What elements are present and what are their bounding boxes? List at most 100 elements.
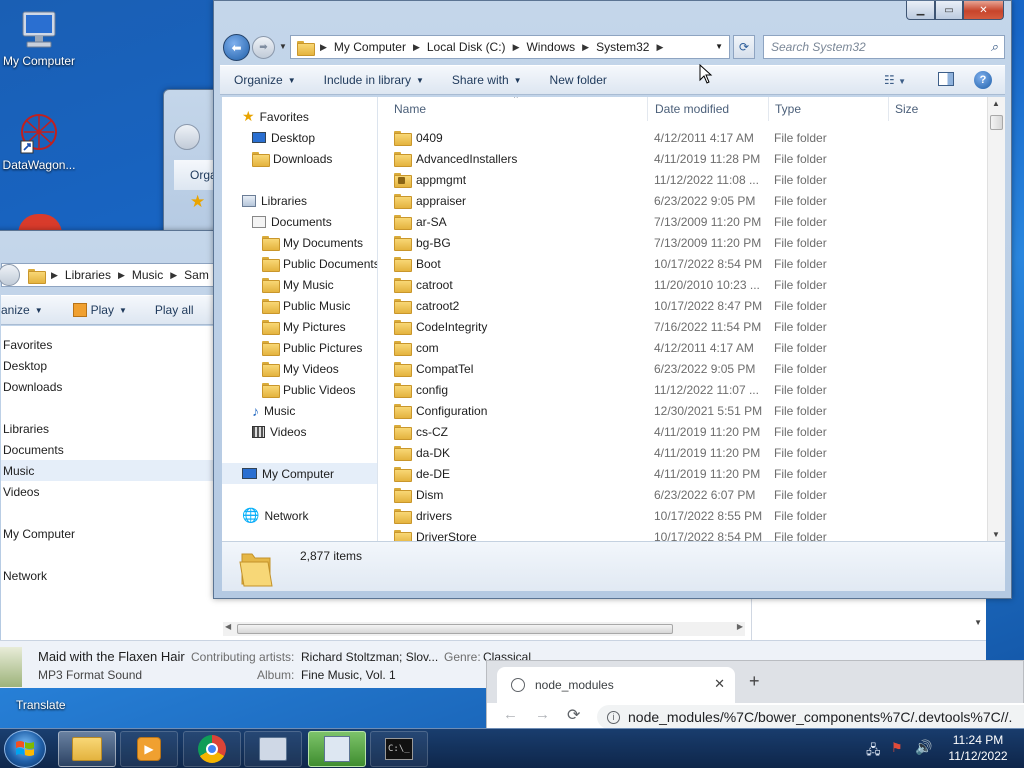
taskbar-media-player[interactable]: ▶ — [120, 731, 178, 767]
new-tab-button[interactable]: + — [749, 671, 760, 692]
nav-public-videos[interactable]: Public Videos — [262, 379, 356, 400]
view-options-button[interactable]: ☷ ▼ — [884, 73, 906, 87]
play-all-button[interactable]: Play all — [141, 303, 208, 317]
file-row[interactable]: cs-CZ 4/11/2019 11:20 PM File folder — [394, 421, 984, 442]
nav-favorites[interactable]: ★ Favorites — [242, 106, 309, 127]
nav-favorites[interactable]: Favorites — [3, 334, 52, 355]
column-header-type[interactable]: Type — [769, 97, 889, 121]
back-button[interactable]: ⬅ — [223, 34, 250, 61]
file-row[interactable]: appmgmt 11/12/2022 11:08 ... File folder — [394, 169, 984, 190]
new-folder-button[interactable]: New folder — [536, 73, 621, 87]
desktop-icon-datawagon[interactable]: DataWagon... — [0, 112, 79, 172]
nav-network[interactable]: Network — [3, 565, 47, 586]
nav-public-music[interactable]: Public Music — [262, 295, 350, 316]
scroll-down-icon[interactable]: ▼ — [974, 618, 982, 627]
search-input[interactable]: Search System32 ⌕ — [763, 35, 1005, 59]
address-bar[interactable]: ▶ My Computer ▶ Local Disk (C:) ▶ Window… — [290, 35, 730, 59]
music-address-bar[interactable]: ▶ Libraries ▶ Music ▶ Sam — [0, 263, 241, 287]
horizontal-scrollbar[interactable]: ◀ ▶ — [223, 622, 745, 636]
file-row[interactable]: 0409 4/12/2011 4:17 AM File folder — [394, 127, 984, 148]
nav-downloads[interactable]: Downloads — [252, 148, 332, 169]
organize-menu[interactable]: anize ▼ — [1, 303, 57, 317]
scroll-up-icon[interactable]: ▲ — [992, 99, 1000, 108]
file-row[interactable]: CompatTel 6/23/2022 9:05 PM File folder — [394, 358, 984, 379]
forward-button[interactable]: ➡ — [252, 36, 275, 59]
nav-my-music[interactable]: My Music — [262, 274, 334, 295]
album-value[interactable]: Fine Music, Vol. 1 — [301, 668, 396, 682]
file-row[interactable]: CodeIntegrity 7/16/2022 11:54 PM File fold… — [394, 316, 984, 337]
taskbar-control-panel[interactable] — [244, 731, 302, 767]
nav-my-pictures[interactable]: My Pictures — [262, 316, 346, 337]
nav-public-documents[interactable]: Public Documents — [262, 253, 377, 274]
volume-tray-icon[interactable]: 🔊 — [915, 739, 932, 756]
preview-pane-button[interactable] — [938, 72, 954, 86]
action-center-tray-icon[interactable]: ⚑ — [891, 740, 903, 756]
forward-button[interactable] — [0, 264, 20, 286]
file-row[interactable]: DriverStore 10/17/2022 8:54 PM File folder — [394, 526, 984, 541]
share-with-menu[interactable]: Share with ▼ — [438, 73, 536, 87]
file-row[interactable]: catroot 11/20/2010 10:23 ... File folder — [394, 274, 984, 295]
taskbar-chrome[interactable] — [183, 731, 241, 767]
maximize-button[interactable]: ▭ — [935, 1, 963, 20]
file-row[interactable]: com 4/12/2011 4:17 AM File folder — [394, 337, 984, 358]
organize-menu[interactable]: Organize ▼ — [220, 73, 310, 87]
nav-videos[interactable]: Videos — [252, 421, 306, 442]
nav-my-documents[interactable]: My Documents — [262, 232, 363, 253]
file-row[interactable]: catroot2 10/17/2022 8:47 PM File folder — [394, 295, 984, 316]
breadcrumb-libraries[interactable]: Libraries — [65, 268, 111, 282]
include-in-library-menu[interactable]: Include in library ▼ — [310, 73, 438, 87]
nav-documents[interactable]: Documents — [252, 211, 332, 232]
browser-tab[interactable]: node_modules ✕ — [497, 667, 735, 703]
chrome-browser-window[interactable]: node_modules ✕ + ← → ⟳ i node_modules/%7… — [486, 660, 1024, 729]
file-row[interactable]: AdvancedInstallers 4/11/2019 11:28 PM File… — [394, 148, 984, 169]
file-row[interactable]: appraiser 6/23/2022 9:05 PM File folder — [394, 190, 984, 211]
breadcrumb-music[interactable]: Music — [132, 268, 163, 282]
nav-my-computer[interactable]: My Computer — [3, 523, 75, 544]
nav-my-computer[interactable]: My Computer — [222, 463, 377, 484]
back-arrow-icon[interactable]: ← — [503, 706, 518, 723]
start-button[interactable] — [4, 730, 46, 768]
nav-videos[interactable]: Videos — [3, 481, 39, 502]
music-library-window[interactable]: ▶ Libraries ▶ Music ▶ Sam anize ▼ Play ▼ P… — [0, 230, 241, 643]
nav-my-videos[interactable]: My Videos — [262, 358, 339, 379]
scrollbar-thumb[interactable] — [237, 624, 673, 634]
breadcrumb-local-disk[interactable]: Local Disk (C:) — [427, 40, 506, 54]
taskbar-installer[interactable] — [308, 731, 366, 767]
taskbar-command-prompt[interactable]: C:\_ — [370, 731, 428, 767]
translate-desktop-label[interactable]: Translate — [16, 698, 66, 712]
scrollbar-thumb[interactable] — [990, 115, 1003, 130]
nav-libraries[interactable]: Libraries — [242, 190, 307, 211]
nav-downloads[interactable]: Downloads — [3, 376, 62, 397]
minimize-button[interactable]: ▁ — [906, 1, 935, 20]
nav-music[interactable]: Music — [1, 460, 231, 481]
column-header-date[interactable]: Date modified — [649, 97, 769, 121]
info-icon[interactable]: i — [607, 710, 620, 724]
address-history-chevron-icon[interactable]: ▼ — [715, 42, 723, 51]
breadcrumb-system32[interactable]: System32 — [596, 40, 649, 54]
scroll-left-icon[interactable]: ◀ — [225, 622, 231, 631]
file-row[interactable]: ar-SA 7/13/2009 11:20 PM File folder — [394, 211, 984, 232]
vertical-scrollbar[interactable]: ▲ ▼ — [987, 97, 1005, 541]
breadcrumb-my-computer[interactable]: My Computer — [334, 40, 406, 54]
network-tray-icon[interactable]: 🖧 — [866, 741, 881, 763]
close-tab-icon[interactable]: ✕ — [714, 676, 725, 692]
recent-pages-chevron-icon[interactable]: ▼ — [279, 42, 287, 51]
taskbar-explorer[interactable] — [58, 731, 116, 767]
clock[interactable]: 11:24 PM 11/12/2022 — [936, 732, 1020, 764]
file-row[interactable]: Boot 10/17/2022 8:54 PM File folder — [394, 253, 984, 274]
scroll-right-icon[interactable]: ▶ — [737, 622, 743, 631]
desktop-icon-my-computer[interactable]: My Computer — [0, 8, 79, 68]
nav-music[interactable]: ♪ Music — [252, 400, 295, 421]
url-bar[interactable]: i node_modules/%7C/bower_components%7C/.… — [597, 705, 1024, 729]
file-row[interactable]: drivers 10/17/2022 8:55 PM File folder — [394, 505, 984, 526]
nav-public-pictures[interactable]: Public Pictures — [262, 337, 362, 358]
column-header-name[interactable]: Name — [388, 97, 648, 121]
file-row[interactable]: Configuration 12/30/2021 5:51 PM File fold… — [394, 400, 984, 421]
nav-desktop[interactable]: Desktop — [3, 355, 47, 376]
file-row[interactable]: Dism 6/23/2022 6:07 PM File folder — [394, 484, 984, 505]
column-header-size[interactable]: Size — [889, 97, 979, 121]
play-button[interactable]: Play ▼ — [57, 303, 141, 317]
file-row[interactable]: da-DK 4/11/2019 11:20 PM File folder — [394, 442, 984, 463]
scroll-down-icon[interactable]: ▼ — [992, 530, 1000, 539]
file-row[interactable]: bg-BG 7/13/2009 11:20 PM File folder — [394, 232, 984, 253]
